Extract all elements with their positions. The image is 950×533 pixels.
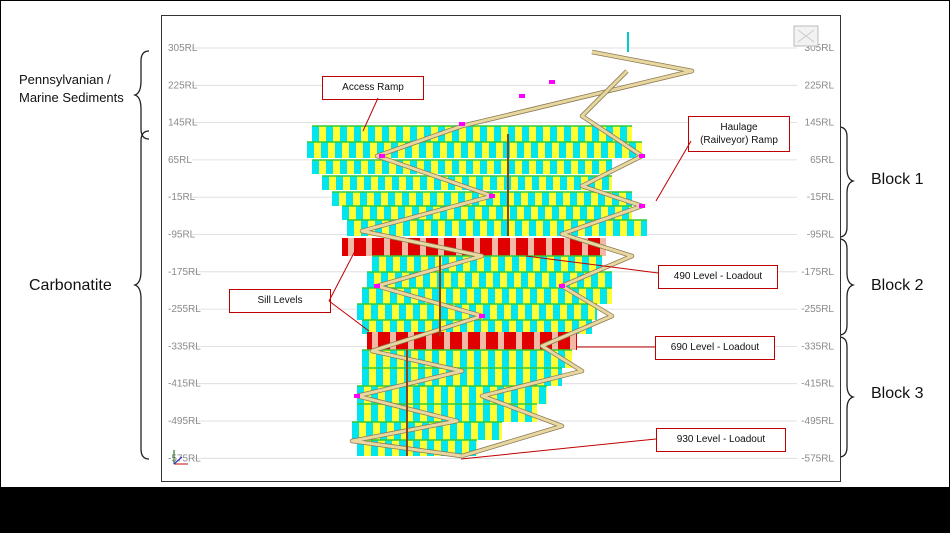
leader-lines: [328, 97, 692, 460]
figure-frame: Pennsylvanian / Marine Sediments Carbona…: [0, 0, 950, 488]
